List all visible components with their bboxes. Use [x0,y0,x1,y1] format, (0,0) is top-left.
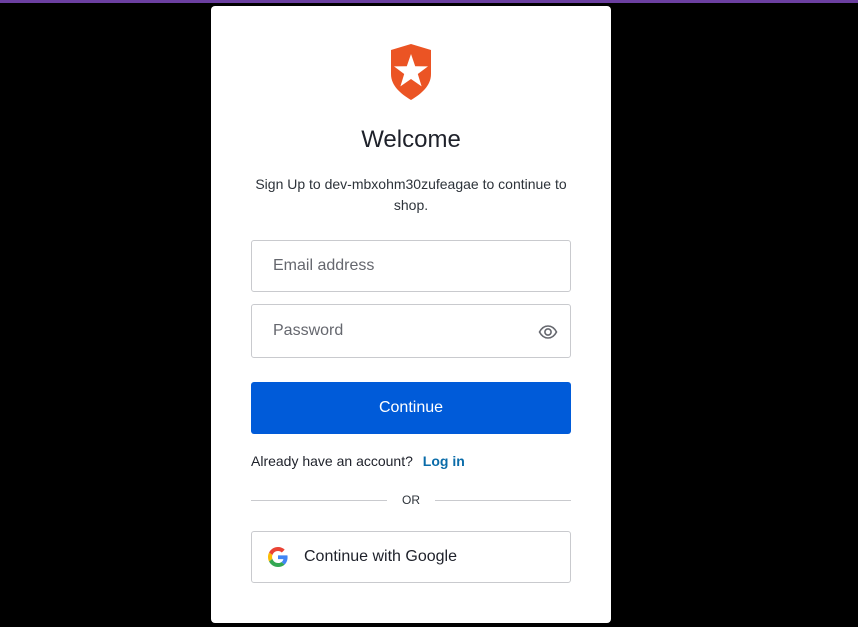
log-in-link[interactable]: Log in [423,453,465,469]
password-field-container [251,304,571,358]
login-prompt-row: Already have an account? Log in [251,451,571,471]
eye-icon[interactable] [538,322,558,342]
password-field[interactable] [252,305,570,357]
auth0-shield-star-icon [387,44,435,100]
login-prompt-text: Already have an account? [251,453,413,469]
continue-button[interactable]: Continue [251,382,571,434]
email-field-container [251,240,571,292]
continue-with-google-button[interactable]: Continue with Google [251,531,571,583]
window-top-accent-bar [0,0,858,3]
email-field[interactable] [252,241,570,291]
google-icon [268,547,288,567]
divider-line-right [435,500,571,501]
page-subtitle: Sign Up to dev-mbxohm30zufeagae to conti… [255,176,567,213]
or-divider: OR [251,490,571,510]
google-button-label: Continue with Google [304,548,457,565]
login-card: Welcome Sign Up to dev-mbxohm30zufeagae … [211,6,611,623]
page-title: Welcome [361,126,461,153]
